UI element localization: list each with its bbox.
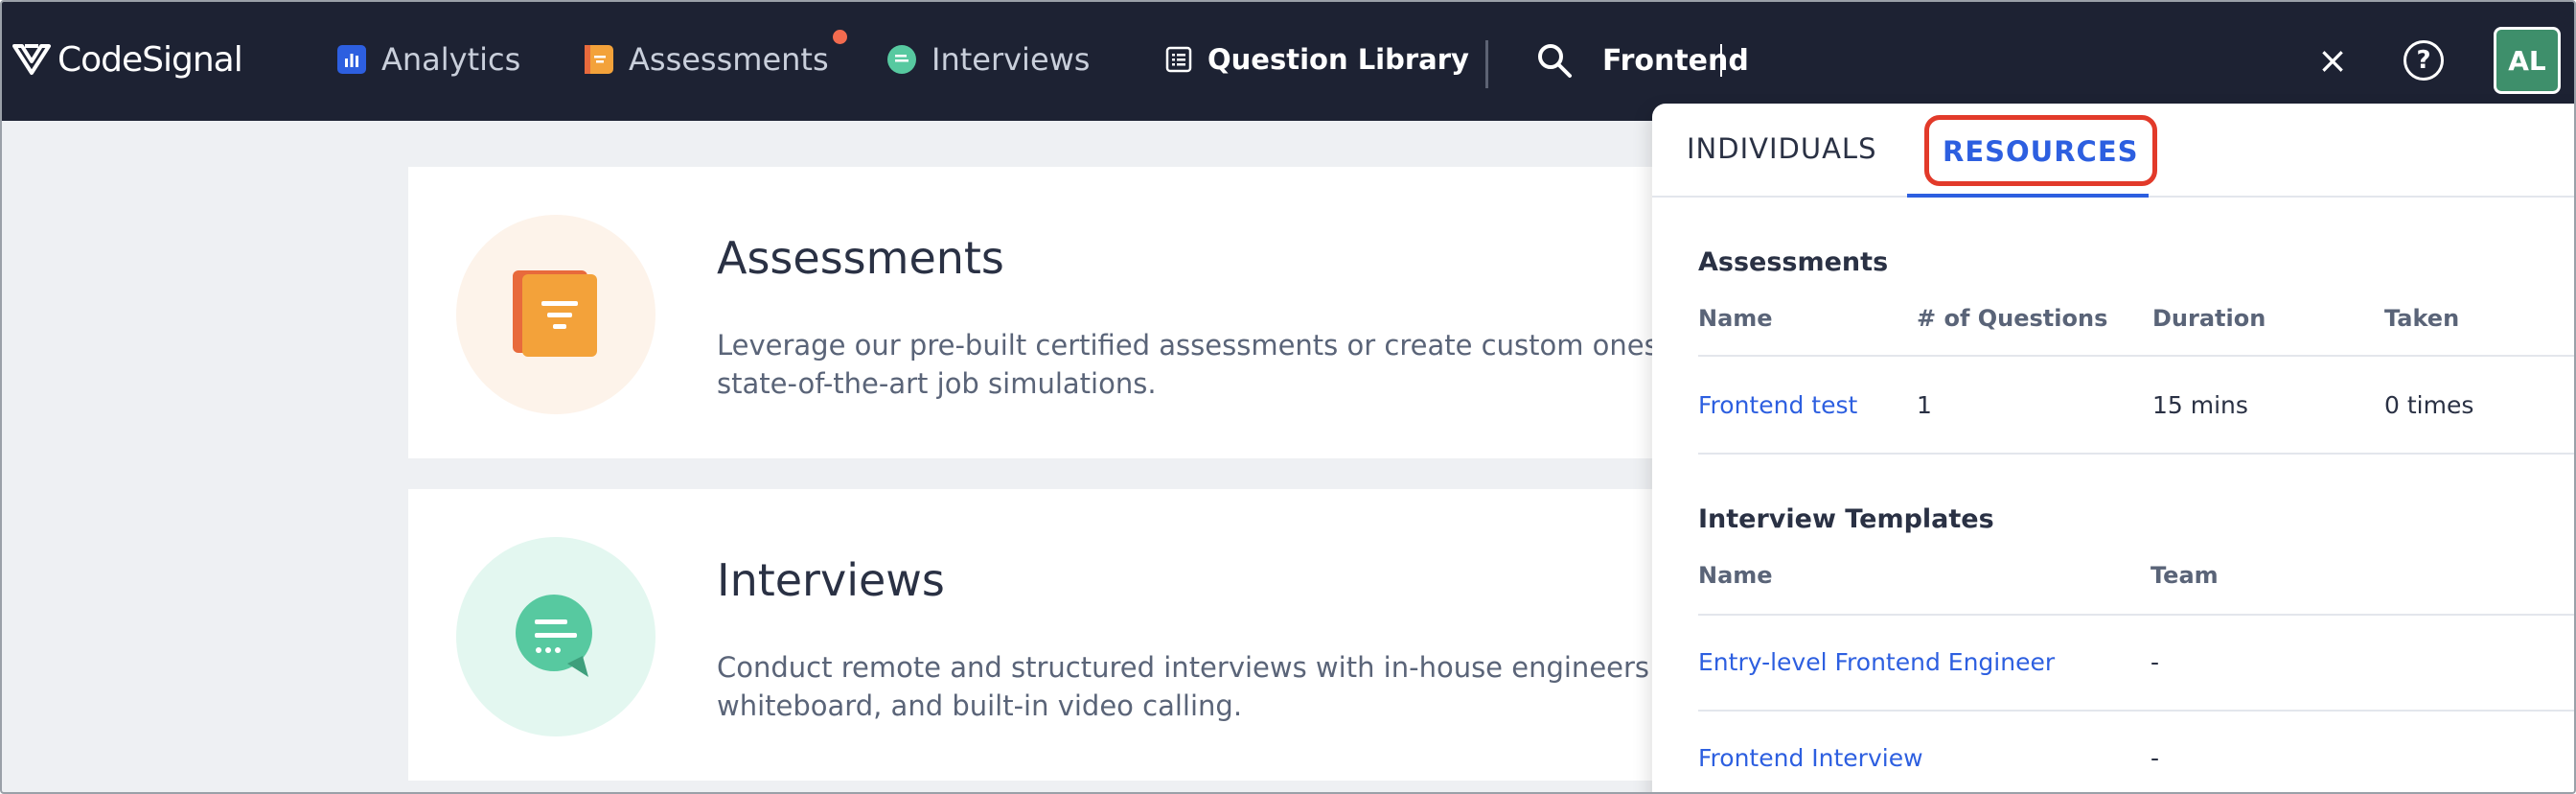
search-input[interactable] — [1602, 43, 2005, 78]
divider — [1698, 453, 2574, 455]
assessment-duration: 15 mins — [2152, 391, 2248, 419]
global-search[interactable] — [1535, 36, 2005, 84]
codesignal-logo-icon — [12, 44, 51, 75]
nav-assessments[interactable]: Assessments — [585, 36, 829, 82]
user-avatar[interactable]: AL — [2494, 27, 2561, 94]
assessment-questions: 1 — [1917, 391, 1932, 419]
assessment-taken: 0 times — [2384, 391, 2474, 419]
assessment-name-link[interactable]: Frontend test — [1698, 391, 1857, 419]
nav-analytics-label: Analytics — [381, 41, 521, 78]
close-icon: × — [2317, 39, 2348, 82]
card-title: Interviews — [717, 554, 945, 606]
tab-individuals[interactable]: INDIVIDUALS — [1687, 132, 1876, 165]
nav-question-library-label: Question Library — [1208, 43, 1469, 76]
nav-analytics[interactable]: Analytics — [337, 36, 520, 82]
column-header-taken: Taken — [2384, 305, 2460, 332]
question-library-icon — [1165, 46, 1192, 73]
divider — [1698, 710, 2574, 712]
column-header-questions: # of Questions — [1917, 305, 2108, 332]
clear-search-button[interactable]: × — [2313, 36, 2352, 84]
active-tab-indicator — [1907, 194, 2149, 198]
card-description: Conduct remote and structured interviews… — [717, 651, 1669, 722]
assessments-card-icon — [456, 215, 656, 414]
column-header-team: Team — [2150, 562, 2219, 589]
help-icon: ? — [2416, 46, 2431, 75]
nav-interviews-label: Interviews — [932, 41, 1091, 78]
assessments-icon — [585, 45, 613, 74]
analytics-icon — [337, 45, 366, 74]
divider — [1698, 614, 2574, 616]
text-cursor — [1720, 44, 1722, 77]
nav-question-library[interactable]: Question Library — [1165, 36, 1469, 82]
interviews-card-icon — [456, 537, 656, 736]
assessments-section-title: Assessments — [1698, 247, 1889, 277]
template-team: - — [2150, 648, 2160, 676]
brand-name: CodeSignal — [58, 39, 243, 80]
help-button[interactable]: ? — [2404, 40, 2444, 81]
search-results-dropdown: INDIVIDUALS RESOURCES Assessments Name #… — [1652, 104, 2574, 792]
result-tabs: INDIVIDUALS RESOURCES — [1652, 104, 2574, 198]
column-header-duration: Duration — [2152, 305, 2266, 332]
nav-assessments-label: Assessments — [629, 41, 829, 78]
nav-divider — [1485, 40, 1488, 88]
nav-interviews[interactable]: Interviews — [887, 36, 1090, 82]
brand-logo[interactable]: CodeSignal — [12, 36, 243, 82]
chat-bubble-icon — [516, 595, 592, 677]
interviews-icon — [887, 45, 916, 74]
tab-resources[interactable]: RESOURCES — [1924, 115, 2157, 186]
column-header-name: Name — [1698, 562, 1773, 589]
interviews-card[interactable]: Interviews Conduct remote and structured… — [408, 489, 1846, 781]
assessments-card[interactable]: Assessments Leverage our pre-built certi… — [408, 167, 1846, 458]
divider — [1698, 355, 2574, 357]
card-title: Assessments — [717, 232, 1004, 284]
template-name-link[interactable]: Entry-level Frontend Engineer — [1698, 648, 2055, 676]
app-window: CodeSignal Analytics Assessments Intervi… — [0, 0, 2576, 794]
assessments-icon — [513, 270, 597, 357]
template-name-link[interactable]: Frontend Interview — [1698, 744, 1923, 772]
search-icon — [1538, 44, 1572, 78]
template-team: - — [2150, 744, 2160, 772]
card-description: Leverage our pre-built certified assessm… — [717, 329, 1762, 400]
interview-templates-section-title: Interview Templates — [1698, 504, 1994, 534]
column-header-name: Name — [1698, 305, 1773, 332]
notification-dot — [833, 30, 847, 44]
